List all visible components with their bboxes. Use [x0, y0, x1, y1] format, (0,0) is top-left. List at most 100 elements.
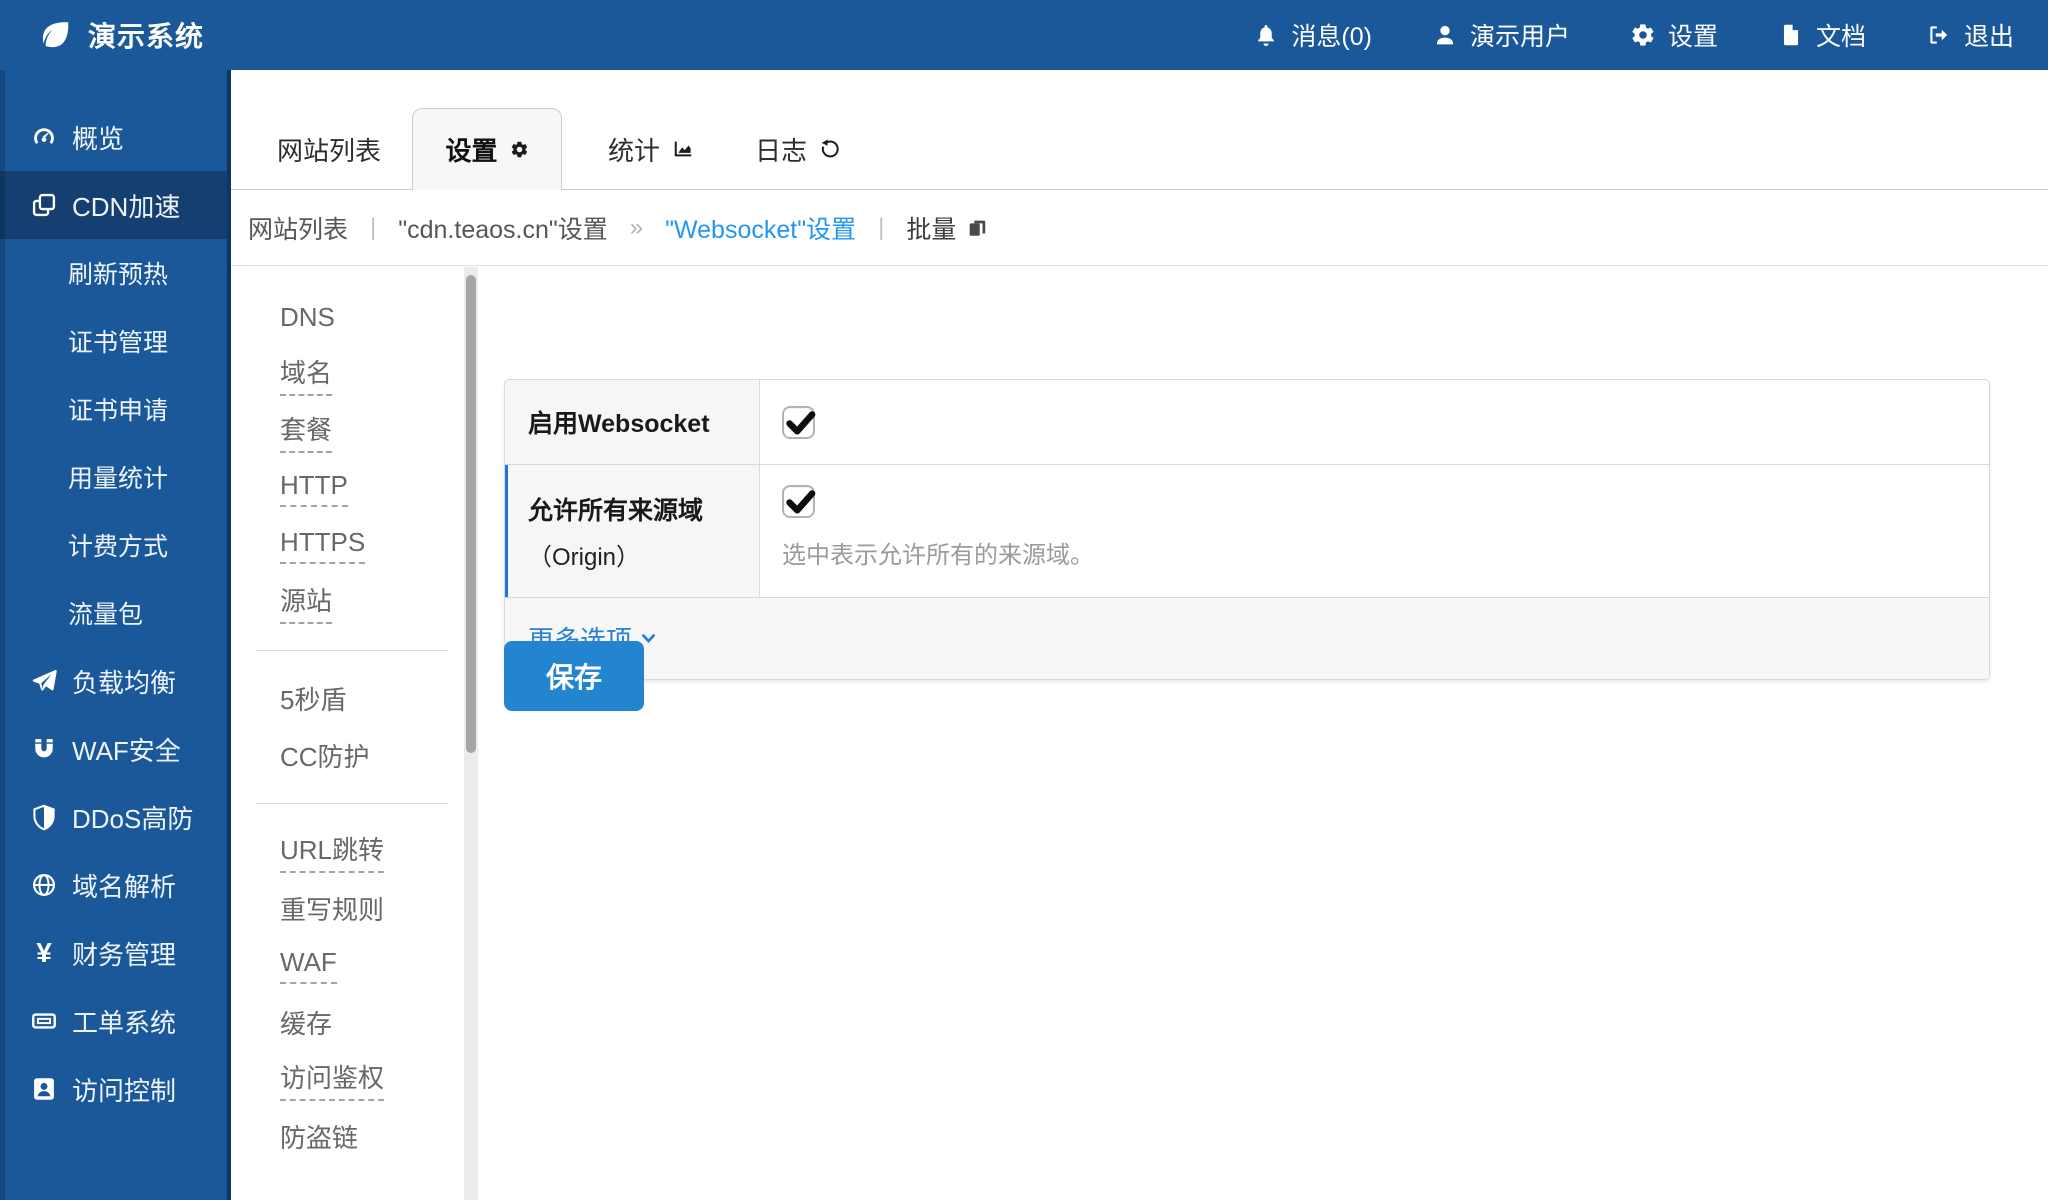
paper-plane-icon [30, 667, 58, 695]
breadcrumb-separator: | [878, 214, 884, 242]
globe-icon [30, 871, 58, 899]
submenu-divider [256, 803, 448, 804]
breadcrumb-site-settings[interactable]: "cdn.teaos.cn"设置 [398, 210, 608, 246]
sidebar-item-label: 负载均衡 [72, 663, 176, 700]
breadcrumb-separator: » [630, 214, 643, 242]
submenu-scrollbar-thumb[interactable] [466, 275, 476, 753]
sidebar-item-access-control[interactable]: 访问控制 [0, 1055, 227, 1123]
check-icon [785, 407, 816, 438]
gauge-icon [30, 123, 58, 151]
submenu-label: 防盗链 [280, 1118, 358, 1155]
sidebar-item-waf[interactable]: WAF安全 [0, 715, 227, 783]
tab-label: 统计 [608, 131, 660, 168]
sidebar-item-usage-stats[interactable]: 用量统计 [0, 443, 227, 511]
submenu-label: 5秒盾 [280, 680, 346, 717]
submenu-label: CC防护 [280, 737, 370, 774]
topnav: 消息(0) 演示用户 设置 文档 退出 [1253, 17, 2048, 53]
submenu-item-rewrite-rules[interactable]: 重写规则 [231, 880, 464, 937]
sidebar-item-label: WAF安全 [72, 731, 181, 768]
submenu-item-url-redirect[interactable]: URL跳转 [231, 823, 464, 880]
topnav-docs[interactable]: 文档 [1778, 17, 1866, 53]
sidebar-item-label: 财务管理 [72, 935, 176, 972]
copy-icon [966, 217, 988, 239]
settings-submenu: DNS 域名 套餐 HTTP HTTPS 源站 5秒盾 CC防护 URL跳转 重… [231, 267, 464, 1200]
topnav-user[interactable]: 演示用户 [1432, 17, 1570, 53]
sidebar: 概览 CDN加速 刷新预热 证书管理 证书申请 用量统计 计费方式 流量包 负载… [0, 70, 231, 1200]
table-row-allow-all-origins: 允许所有来源域 （Origin） 选中表示允许所有的来源域。 [505, 465, 1989, 598]
websocket-settings-table: 启用Websocket 允许所有来源域 （Origin） [504, 379, 1990, 680]
submenu-item-domain[interactable]: 域名 [231, 346, 464, 403]
topnav-settings[interactable]: 设置 [1630, 17, 1718, 53]
breadcrumb-website-list[interactable]: 网站列表 [248, 210, 348, 246]
main-content: 网站列表 设置 统计 日志 网站列表 | "cdn.teaos.cn"设置 » … [231, 70, 2048, 1200]
topnav-logout[interactable]: 退出 [1926, 17, 2014, 53]
tab-statistics[interactable]: 统计 [608, 108, 694, 190]
submenu-label: 源站 [280, 581, 332, 624]
clone-icon [30, 191, 58, 219]
submenu-divider [256, 650, 448, 651]
sidebar-item-cdn[interactable]: CDN加速 [0, 171, 227, 239]
allow-origins-checkbox[interactable] [782, 485, 815, 518]
sidebar-item-traffic-pack[interactable]: 流量包 [0, 579, 227, 647]
document-icon [1778, 22, 1804, 48]
sidebar-item-tickets[interactable]: 工单系统 [0, 987, 227, 1055]
breadcrumb: 网站列表 | "cdn.teaos.cn"设置 » "Websocket"设置 … [231, 190, 2048, 266]
submenu-item-http[interactable]: HTTP [231, 460, 464, 517]
shield-icon [30, 803, 58, 831]
check-icon [785, 486, 816, 517]
topnav-settings-label: 设置 [1668, 17, 1718, 53]
sidebar-item-billing[interactable]: 计费方式 [0, 511, 227, 579]
submenu-label: DNS [280, 302, 335, 333]
submenu-item-cache[interactable]: 缓存 [231, 994, 464, 1051]
submenu-label: WAF [280, 947, 337, 984]
gear-icon [1630, 22, 1656, 48]
topnav-messages[interactable]: 消息(0) [1253, 17, 1372, 53]
submenu-label: HTTPS [280, 527, 365, 564]
tab-website-list[interactable]: 网站列表 [277, 108, 381, 190]
breadcrumb-batch-button[interactable]: 批量 [906, 210, 988, 246]
enable-websocket-checkbox[interactable] [782, 406, 815, 439]
sidebar-item-refresh-preheat[interactable]: 刷新预热 [0, 239, 227, 307]
sidebar-item-overview[interactable]: 概览 [0, 103, 227, 171]
sidebar-item-ddos[interactable]: DDoS高防 [0, 783, 227, 851]
sidebar-item-label: 证书申请 [68, 391, 168, 427]
breadcrumb-websocket-settings[interactable]: "Websocket"设置 [665, 210, 856, 246]
table-row-enable-websocket: 启用Websocket [505, 380, 1989, 465]
submenu-item-hotlink-protect[interactable]: 防盗链 [231, 1108, 464, 1165]
submenu-item-dns[interactable]: DNS [231, 289, 464, 346]
row-value: 选中表示允许所有的来源域。 [760, 465, 1989, 597]
sidebar-item-dns-resolve[interactable]: 域名解析 [0, 851, 227, 919]
row-label: 允许所有来源域 （Origin） [505, 465, 760, 597]
tabbar: 网站列表 设置 统计 日志 [231, 70, 2048, 190]
gear-icon [510, 140, 529, 159]
submenu-item-origin[interactable]: 源站 [231, 574, 464, 631]
tab-settings[interactable]: 设置 [412, 108, 562, 190]
user-icon [1432, 22, 1458, 48]
submenu-label: 重写规则 [280, 890, 384, 927]
logout-icon [1926, 22, 1952, 48]
breadcrumb-separator: | [370, 214, 376, 242]
submenu-item-waf[interactable]: WAF [231, 937, 464, 994]
submenu-item-5s-shield[interactable]: 5秒盾 [231, 670, 464, 727]
submenu-scrollbar-track[interactable] [464, 267, 478, 1200]
history-icon [819, 138, 841, 160]
sidebar-item-load-balance[interactable]: 负载均衡 [0, 647, 227, 715]
leaf-logo-icon [38, 18, 72, 52]
save-button[interactable]: 保存 [504, 641, 644, 711]
submenu-item-cc-protect[interactable]: CC防护 [231, 727, 464, 784]
sidebar-item-cert-apply[interactable]: 证书申请 [0, 375, 227, 443]
sidebar-item-cert-manage[interactable]: 证书管理 [0, 307, 227, 375]
tab-label: 网站列表 [277, 131, 381, 168]
lower-region: DNS 域名 套餐 HTTP HTTPS 源站 5秒盾 CC防护 URL跳转 重… [231, 267, 2048, 1200]
form-area: 启用Websocket 允许所有来源域 （Origin） [478, 267, 2048, 1200]
sidebar-item-label: 刷新预热 [68, 255, 168, 291]
allow-origins-label: 允许所有来源域 [528, 491, 759, 527]
tab-logs[interactable]: 日志 [755, 108, 841, 190]
submenu-item-https[interactable]: HTTPS [231, 517, 464, 574]
submenu-item-access-auth[interactable]: 访问鉴权 [231, 1051, 464, 1108]
submenu-label: 访问鉴权 [280, 1058, 384, 1101]
submenu-label: 套餐 [280, 410, 332, 453]
submenu-item-plan[interactable]: 套餐 [231, 403, 464, 460]
sidebar-item-finance[interactable]: ¥ 财务管理 [0, 919, 227, 987]
topnav-user-label: 演示用户 [1470, 17, 1570, 53]
